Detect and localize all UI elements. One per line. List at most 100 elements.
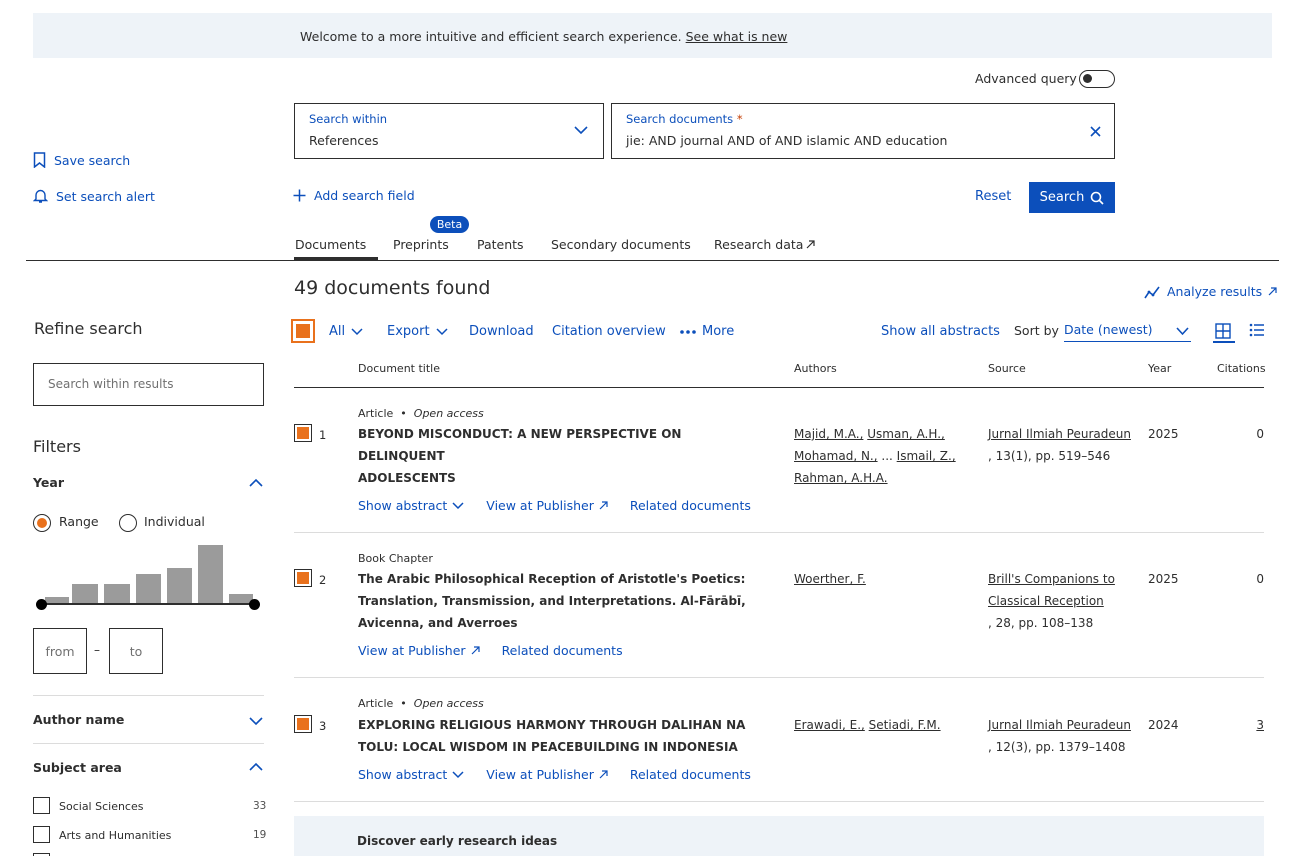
required-mark: *	[736, 112, 743, 126]
row-checkbox[interactable]	[294, 715, 312, 733]
row-number: 1	[319, 428, 327, 442]
grid-view-icon[interactable]	[1215, 323, 1231, 339]
document-title-link[interactable]: The Arabic Philosophical Reception of Ar…	[358, 568, 748, 634]
sort-select[interactable]: Date (newest)	[1064, 322, 1191, 342]
select-all-checkbox[interactable]	[291, 319, 315, 343]
clear-icon[interactable]	[1090, 126, 1101, 137]
search-button[interactable]: Search	[1029, 182, 1115, 213]
tab-secondary-documents[interactable]: Secondary documents	[551, 237, 691, 252]
plus-icon	[293, 189, 306, 202]
author-name-filter-heading[interactable]: Author name	[33, 712, 124, 727]
advanced-query-toggle[interactable]	[1079, 70, 1115, 88]
author-link[interactable]: Ismail, Z.,	[897, 449, 956, 463]
author-link[interactable]: Erawadi, E.,	[794, 718, 865, 732]
authors-list: Majid, M.A., Usman, A.H., Mohamad, N., .…	[794, 423, 974, 489]
search-within-label: Search within	[309, 112, 388, 126]
view-at-publisher-link[interactable]: View at Publisher	[358, 643, 480, 658]
chevron-up-icon[interactable]	[249, 762, 263, 772]
see-what-is-new-link[interactable]: See what is new	[686, 29, 788, 44]
analyze-results-link[interactable]: Analyze results	[1144, 284, 1277, 299]
source-link[interactable]: Brill's Companions to	[988, 572, 1115, 586]
chevron-down-icon[interactable]	[249, 716, 263, 726]
open-access-label: Open access	[413, 407, 484, 420]
subject-area-filter-heading[interactable]: Subject area	[33, 760, 122, 775]
document-title-link[interactable]: EXPLORING RELIGIOUS HARMONY THROUGH DALI…	[358, 714, 748, 758]
tab-documents[interactable]: Documents	[295, 237, 366, 252]
source-cell: Brill's Companions to Classical Receptio…	[988, 568, 1143, 634]
save-search-link[interactable]: Save search	[33, 152, 130, 168]
author-link[interactable]: Mohamad, N.,	[794, 449, 878, 463]
external-link-icon	[599, 501, 608, 510]
show-all-abstracts-button[interactable]: Show all abstracts	[881, 324, 1000, 339]
open-access-label: Open access	[413, 697, 484, 710]
related-documents-link[interactable]: Related documents	[630, 767, 751, 782]
external-link-icon	[599, 770, 608, 779]
author-link[interactable]: Setiadi, F.M.	[869, 718, 941, 732]
download-button[interactable]: Download	[469, 324, 534, 339]
year-cell: 2025	[1148, 427, 1179, 441]
related-documents-link[interactable]: Related documents	[630, 498, 751, 513]
related-documents-link[interactable]: Related documents	[502, 643, 623, 658]
all-dropdown[interactable]: All	[329, 324, 363, 339]
year-range-start-handle[interactable]	[36, 599, 47, 610]
search-within-results-input[interactable]: Search within results	[33, 363, 264, 406]
export-label: Export	[387, 324, 430, 339]
analytics-icon	[1144, 286, 1160, 298]
row-checkbox[interactable]	[294, 424, 312, 442]
source-link[interactable]: Jurnal Ilmiah Peuradeun	[988, 718, 1131, 732]
search-documents-field[interactable]: Search documents * jie: AND journal AND …	[611, 103, 1115, 159]
author-link[interactable]: Rahman, A.H.A.	[794, 471, 888, 485]
citation-overview-button[interactable]: Citation overview	[552, 324, 666, 339]
search-within-select[interactable]: Search within References	[294, 103, 604, 159]
set-search-alert-link[interactable]: Set search alert	[33, 188, 155, 204]
toggle-knob	[1083, 74, 1092, 83]
year-to-input[interactable]: to	[109, 628, 163, 674]
checkbox-fill	[297, 718, 309, 730]
grid-view-active-indicator	[1213, 341, 1235, 343]
year-filter-heading: Year	[33, 475, 64, 490]
histogram-bar	[104, 584, 130, 603]
row-checkbox[interactable]	[294, 569, 312, 587]
column-authors[interactable]: Authors	[794, 362, 837, 375]
year-range-end-handle[interactable]	[249, 599, 260, 610]
range-radio[interactable]	[33, 514, 51, 532]
column-citations[interactable]: Citations	[1217, 362, 1266, 375]
tab-research-data-label: Research data	[714, 237, 804, 252]
document-title-link[interactable]: BEYOND MISCONDUCT: A NEW PERSPECTIVE ON …	[358, 423, 748, 489]
individual-radio[interactable]	[119, 514, 137, 532]
individual-label: Individual	[144, 514, 205, 529]
show-abstract-button[interactable]: Show abstract	[358, 498, 464, 513]
subject-arts-humanities-checkbox[interactable]	[33, 826, 50, 843]
show-abstract-button[interactable]: Show abstract	[358, 767, 464, 782]
view-at-publisher-link[interactable]: View at Publisher	[486, 498, 608, 513]
author-link[interactable]: Usman, A.H.,	[867, 427, 945, 441]
column-source[interactable]: Source	[988, 362, 1026, 375]
row-number: 3	[319, 719, 327, 733]
export-dropdown[interactable]: Export	[387, 324, 448, 339]
source-link[interactable]: Classical Reception	[988, 594, 1104, 608]
subject-arts-humanities-count: 19	[253, 829, 267, 841]
citations-link[interactable]: 3	[1224, 718, 1264, 732]
range-dash: –	[94, 643, 100, 657]
chevron-up-icon[interactable]	[249, 478, 263, 488]
tab-patents[interactable]: Patents	[477, 237, 524, 252]
add-search-field-button[interactable]: Add search field	[293, 188, 415, 203]
list-view-icon[interactable]	[1249, 323, 1265, 337]
column-year[interactable]: Year	[1148, 362, 1171, 375]
search-documents-input[interactable]: jie: AND journal AND of AND islamic AND …	[626, 133, 947, 148]
author-link[interactable]: Woerther, F.	[794, 572, 866, 586]
year-from-input[interactable]: from	[33, 628, 87, 674]
reset-button[interactable]: Reset	[975, 189, 1011, 204]
source-link[interactable]: Jurnal Ilmiah Peuradeun	[988, 427, 1131, 441]
tab-preprints[interactable]: Preprints	[393, 237, 449, 252]
document-type: Article • Open access	[358, 697, 484, 710]
checkbox-fill	[296, 324, 310, 338]
column-document-title[interactable]: Document title	[358, 362, 440, 375]
view-at-publisher-link[interactable]: View at Publisher	[486, 767, 608, 782]
author-link[interactable]: Majid, M.A.,	[794, 427, 863, 441]
external-link-icon	[807, 240, 816, 249]
subject-social-sciences-checkbox[interactable]	[33, 797, 50, 814]
more-button[interactable]: More	[680, 324, 734, 339]
tab-research-data[interactable]: Research data	[714, 237, 816, 252]
announcement-banner: Welcome to a more intuitive and efficien…	[33, 13, 1272, 58]
